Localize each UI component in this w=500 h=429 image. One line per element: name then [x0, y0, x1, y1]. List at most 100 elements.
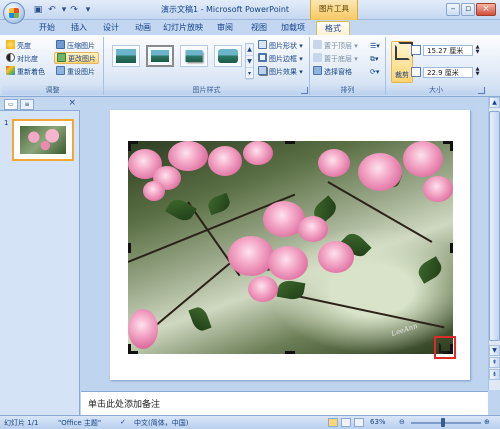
- zoom-out-icon[interactable]: ⊖: [399, 418, 405, 426]
- selected-picture[interactable]: [128, 141, 453, 354]
- office-logo-icon: [9, 8, 19, 18]
- style-thumb-1[interactable]: [112, 45, 140, 67]
- picture-effects-button[interactable]: 图片效果 ▾: [258, 66, 303, 78]
- size-launcher-icon[interactable]: [478, 87, 485, 94]
- scroll-down-icon[interactable]: ▼: [489, 345, 500, 356]
- save-icon[interactable]: ▣: [32, 4, 44, 16]
- compress-label: 压缩图片: [67, 42, 95, 50]
- tab-format[interactable]: 格式: [316, 21, 350, 35]
- tab-review[interactable]: 审阅: [212, 21, 238, 35]
- bring-to-front-label: 置于顶层: [324, 42, 352, 50]
- office-button[interactable]: [3, 2, 25, 24]
- height-spinner[interactable]: ▲ ▼: [474, 45, 481, 56]
- window-title: 演示文稿1 - Microsoft PowerPoint: [160, 5, 290, 14]
- recolor-button[interactable]: 重新着色: [6, 66, 45, 78]
- selection-pane-button[interactable]: 选择窗格: [313, 66, 352, 78]
- vertical-scrollbar[interactable]: ▲ ▼ ⇞ ⇟: [488, 97, 500, 390]
- picture-shape-label: 图片形状: [269, 42, 297, 50]
- crop-label: 裁剪: [395, 71, 409, 79]
- picture-styles-group: ▲ ▼ ▾ 图片形状 ▾ 图片边框 ▾ 图片效果 ▾ 图片样式: [104, 37, 310, 95]
- scroll-up-icon[interactable]: ▲: [489, 97, 500, 108]
- pane-close-icon[interactable]: ×: [68, 98, 76, 108]
- theme-name: "Office 主题": [58, 419, 102, 427]
- style-thumb-3[interactable]: [180, 45, 208, 67]
- tab-slideshow[interactable]: 幻灯片放映: [160, 21, 206, 35]
- recolor-icon: [6, 66, 15, 75]
- slide-thumb-number: 1: [4, 119, 9, 127]
- height-field[interactable]: 15.27 厘米: [423, 45, 473, 56]
- brightness-button[interactable]: 亮度: [6, 40, 31, 52]
- reset-picture-icon: [56, 66, 65, 75]
- crop-handle-highlight[interactable]: [434, 336, 456, 359]
- minimize-button[interactable]: –: [446, 3, 460, 16]
- slideshow-view-icon[interactable]: [354, 418, 364, 427]
- gallery-up-icon[interactable]: ▲: [246, 44, 253, 56]
- tab-addins[interactable]: 加载项: [278, 21, 308, 35]
- redo-icon[interactable]: ↷: [68, 4, 80, 16]
- change-picture-icon: [57, 53, 66, 62]
- tab-animations[interactable]: 动画: [130, 21, 156, 35]
- bring-to-front-button[interactable]: 置于顶层 ▾: [313, 40, 358, 52]
- tab-view[interactable]: 视图: [246, 21, 272, 35]
- width-spinner[interactable]: ▲ ▼: [474, 67, 481, 78]
- contrast-label: 对比度: [17, 55, 38, 63]
- gallery-more-icon[interactable]: ▾: [246, 68, 253, 80]
- slide-thumbnail[interactable]: [12, 119, 74, 161]
- zoom-slider[interactable]: [411, 422, 481, 424]
- maximize-button[interactable]: ▫: [461, 3, 475, 16]
- tab-design[interactable]: 设计: [98, 21, 124, 35]
- ribbon: 亮度 对比度 重新着色 压缩图片 更改图片 重设图片 调整 ▲ ▼ ▾ 图片形状…: [0, 35, 500, 97]
- reset-picture-label: 重设图片: [67, 68, 95, 76]
- arrange-group-label: 排列: [310, 85, 385, 95]
- change-picture-label: 更改图片: [68, 55, 96, 63]
- scroll-thumb[interactable]: [489, 111, 500, 341]
- send-to-back-label: 置于底层: [324, 55, 352, 63]
- rotate-icon[interactable]: ⟳▾: [370, 66, 379, 78]
- zoom-level[interactable]: 63%: [370, 418, 386, 426]
- picture-tools-label: 图片工具: [310, 0, 358, 20]
- picture-styles-launcher-icon[interactable]: [301, 87, 308, 94]
- contrast-button[interactable]: 对比度: [6, 53, 38, 65]
- bring-front-icon: [313, 40, 322, 49]
- status-bar: 幻灯片 1/1 "Office 主题" ✓ 中文(简体，中国) 63% ⊖ ⊕: [0, 415, 500, 429]
- picture-styles-group-label: 图片样式: [104, 85, 309, 95]
- normal-view-icon[interactable]: [328, 418, 338, 427]
- close-button[interactable]: ×: [476, 3, 496, 16]
- gallery-down-icon[interactable]: ▼: [246, 56, 253, 68]
- spellcheck-icon[interactable]: ✓: [120, 418, 126, 426]
- group-icon[interactable]: ⧉▾: [370, 53, 379, 65]
- language-indicator[interactable]: 中文(简体，中国): [134, 418, 188, 428]
- picture-effects-icon: [258, 66, 267, 75]
- compress-pictures-button[interactable]: 压缩图片: [56, 40, 95, 52]
- zoom-slider-thumb[interactable]: [441, 418, 445, 427]
- send-to-back-button[interactable]: 置于底层 ▾: [313, 53, 358, 65]
- tab-home[interactable]: 开始: [34, 21, 60, 35]
- style-thumb-4[interactable]: [214, 45, 242, 67]
- notes-pane[interactable]: 单击此处添加备注: [81, 391, 488, 415]
- picture-shape-button[interactable]: 图片形状 ▾: [258, 40, 303, 52]
- size-group-label: 大小: [386, 85, 486, 95]
- picture-border-label: 图片边框: [269, 55, 297, 63]
- zoom-in-icon[interactable]: ⊕: [484, 418, 490, 426]
- change-picture-button[interactable]: 更改图片: [54, 52, 99, 64]
- customize-qat-icon[interactable]: ▾: [82, 4, 94, 16]
- align-icon[interactable]: ☰▾: [370, 40, 380, 52]
- selection-pane-label: 选择窗格: [324, 68, 352, 76]
- undo-icon[interactable]: ↶: [46, 4, 58, 16]
- reset-picture-button[interactable]: 重设图片: [56, 66, 95, 78]
- picture-border-button[interactable]: 图片边框 ▾: [258, 53, 303, 65]
- slide-sorter-icon[interactable]: [341, 418, 351, 427]
- slides-tab-icon[interactable]: ▭: [4, 99, 18, 110]
- adjust-group-label: 调整: [2, 85, 103, 95]
- next-slide-icon[interactable]: ⇟: [489, 369, 500, 380]
- styles-gallery-scroll[interactable]: ▲ ▼ ▾: [245, 43, 254, 80]
- outline-tab-icon[interactable]: ≡: [20, 99, 34, 110]
- arrange-group: 置于顶层 ▾ 置于底层 ▾ 选择窗格 ☰▾ ⧉▾ ⟳▾ 排列: [310, 37, 386, 95]
- prev-slide-icon[interactable]: ⇞: [489, 357, 500, 368]
- style-thumb-2[interactable]: [146, 45, 174, 67]
- tab-insert[interactable]: 插入: [66, 21, 92, 35]
- brightness-label: 亮度: [17, 42, 31, 50]
- crop-button[interactable]: 裁剪: [391, 41, 413, 83]
- adjust-group: 亮度 对比度 重新着色 压缩图片 更改图片 重设图片 调整: [2, 37, 104, 95]
- width-field[interactable]: 22.9 厘米: [423, 67, 473, 78]
